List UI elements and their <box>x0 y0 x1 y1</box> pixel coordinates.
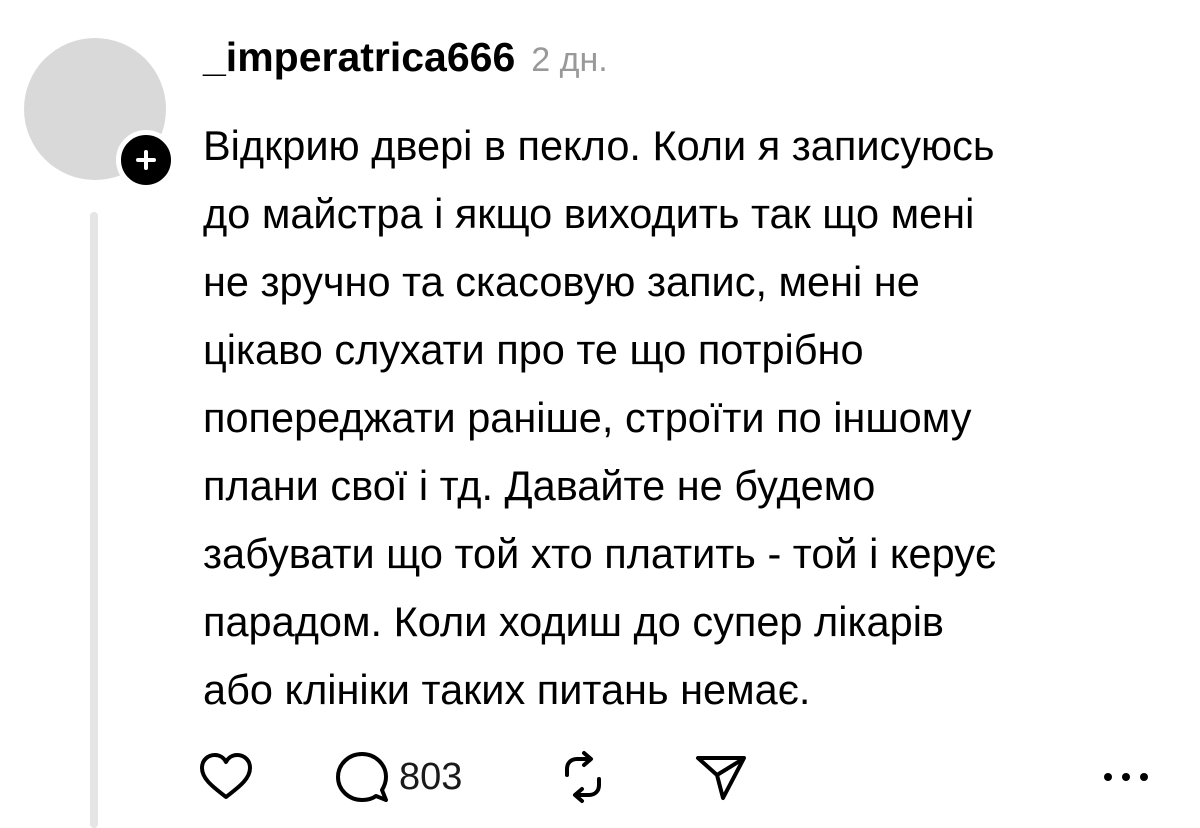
repost-icon <box>565 751 601 803</box>
post-header: _imperatrica666 2 дн. <box>203 34 608 94</box>
username[interactable]: _imperatrica666 <box>203 34 515 81</box>
post-text-line: попереджати раніше, строїти по іншому <box>203 394 972 441</box>
post-text: Відкрию двері в пекло. Коли я записуюсь … <box>203 112 1173 724</box>
reply-button[interactable]: 803 <box>335 745 462 809</box>
action-bar: 803 <box>0 745 1200 809</box>
ellipsis-icon <box>1104 773 1148 781</box>
post-text-line: не зручно та скасовую запис, мені не <box>203 258 920 305</box>
speech-bubble-icon <box>336 752 388 802</box>
post-text-line: цікаво слухати про те що потрібно <box>203 326 864 373</box>
like-button[interactable] <box>198 745 254 809</box>
heart-icon <box>200 753 252 799</box>
post-text-line: забувати що той хто платить - той і керу… <box>203 530 997 577</box>
timestamp: 2 дн. <box>531 41 608 79</box>
post-text-line: парадом. Коли ходиш до супер лікарів <box>203 598 944 645</box>
share-button[interactable] <box>693 745 749 809</box>
plus-icon <box>136 150 156 170</box>
post-text-line: до майстра і якщо виходить так що мені <box>203 190 975 237</box>
reply-count: 803 <box>399 755 463 798</box>
follow-button[interactable] <box>116 130 176 190</box>
post-text-line: Відкрию двері в пекло. Коли я записуюсь <box>203 122 995 169</box>
paper-plane-icon <box>696 756 746 800</box>
post-text-line: плани свої і тд. Давайте не будемо <box>203 462 876 509</box>
repost-button[interactable] <box>553 745 613 809</box>
thread-line <box>90 212 98 828</box>
more-button[interactable] <box>1098 745 1154 809</box>
post-text-line: або клініки таких питань немає. <box>203 666 811 713</box>
